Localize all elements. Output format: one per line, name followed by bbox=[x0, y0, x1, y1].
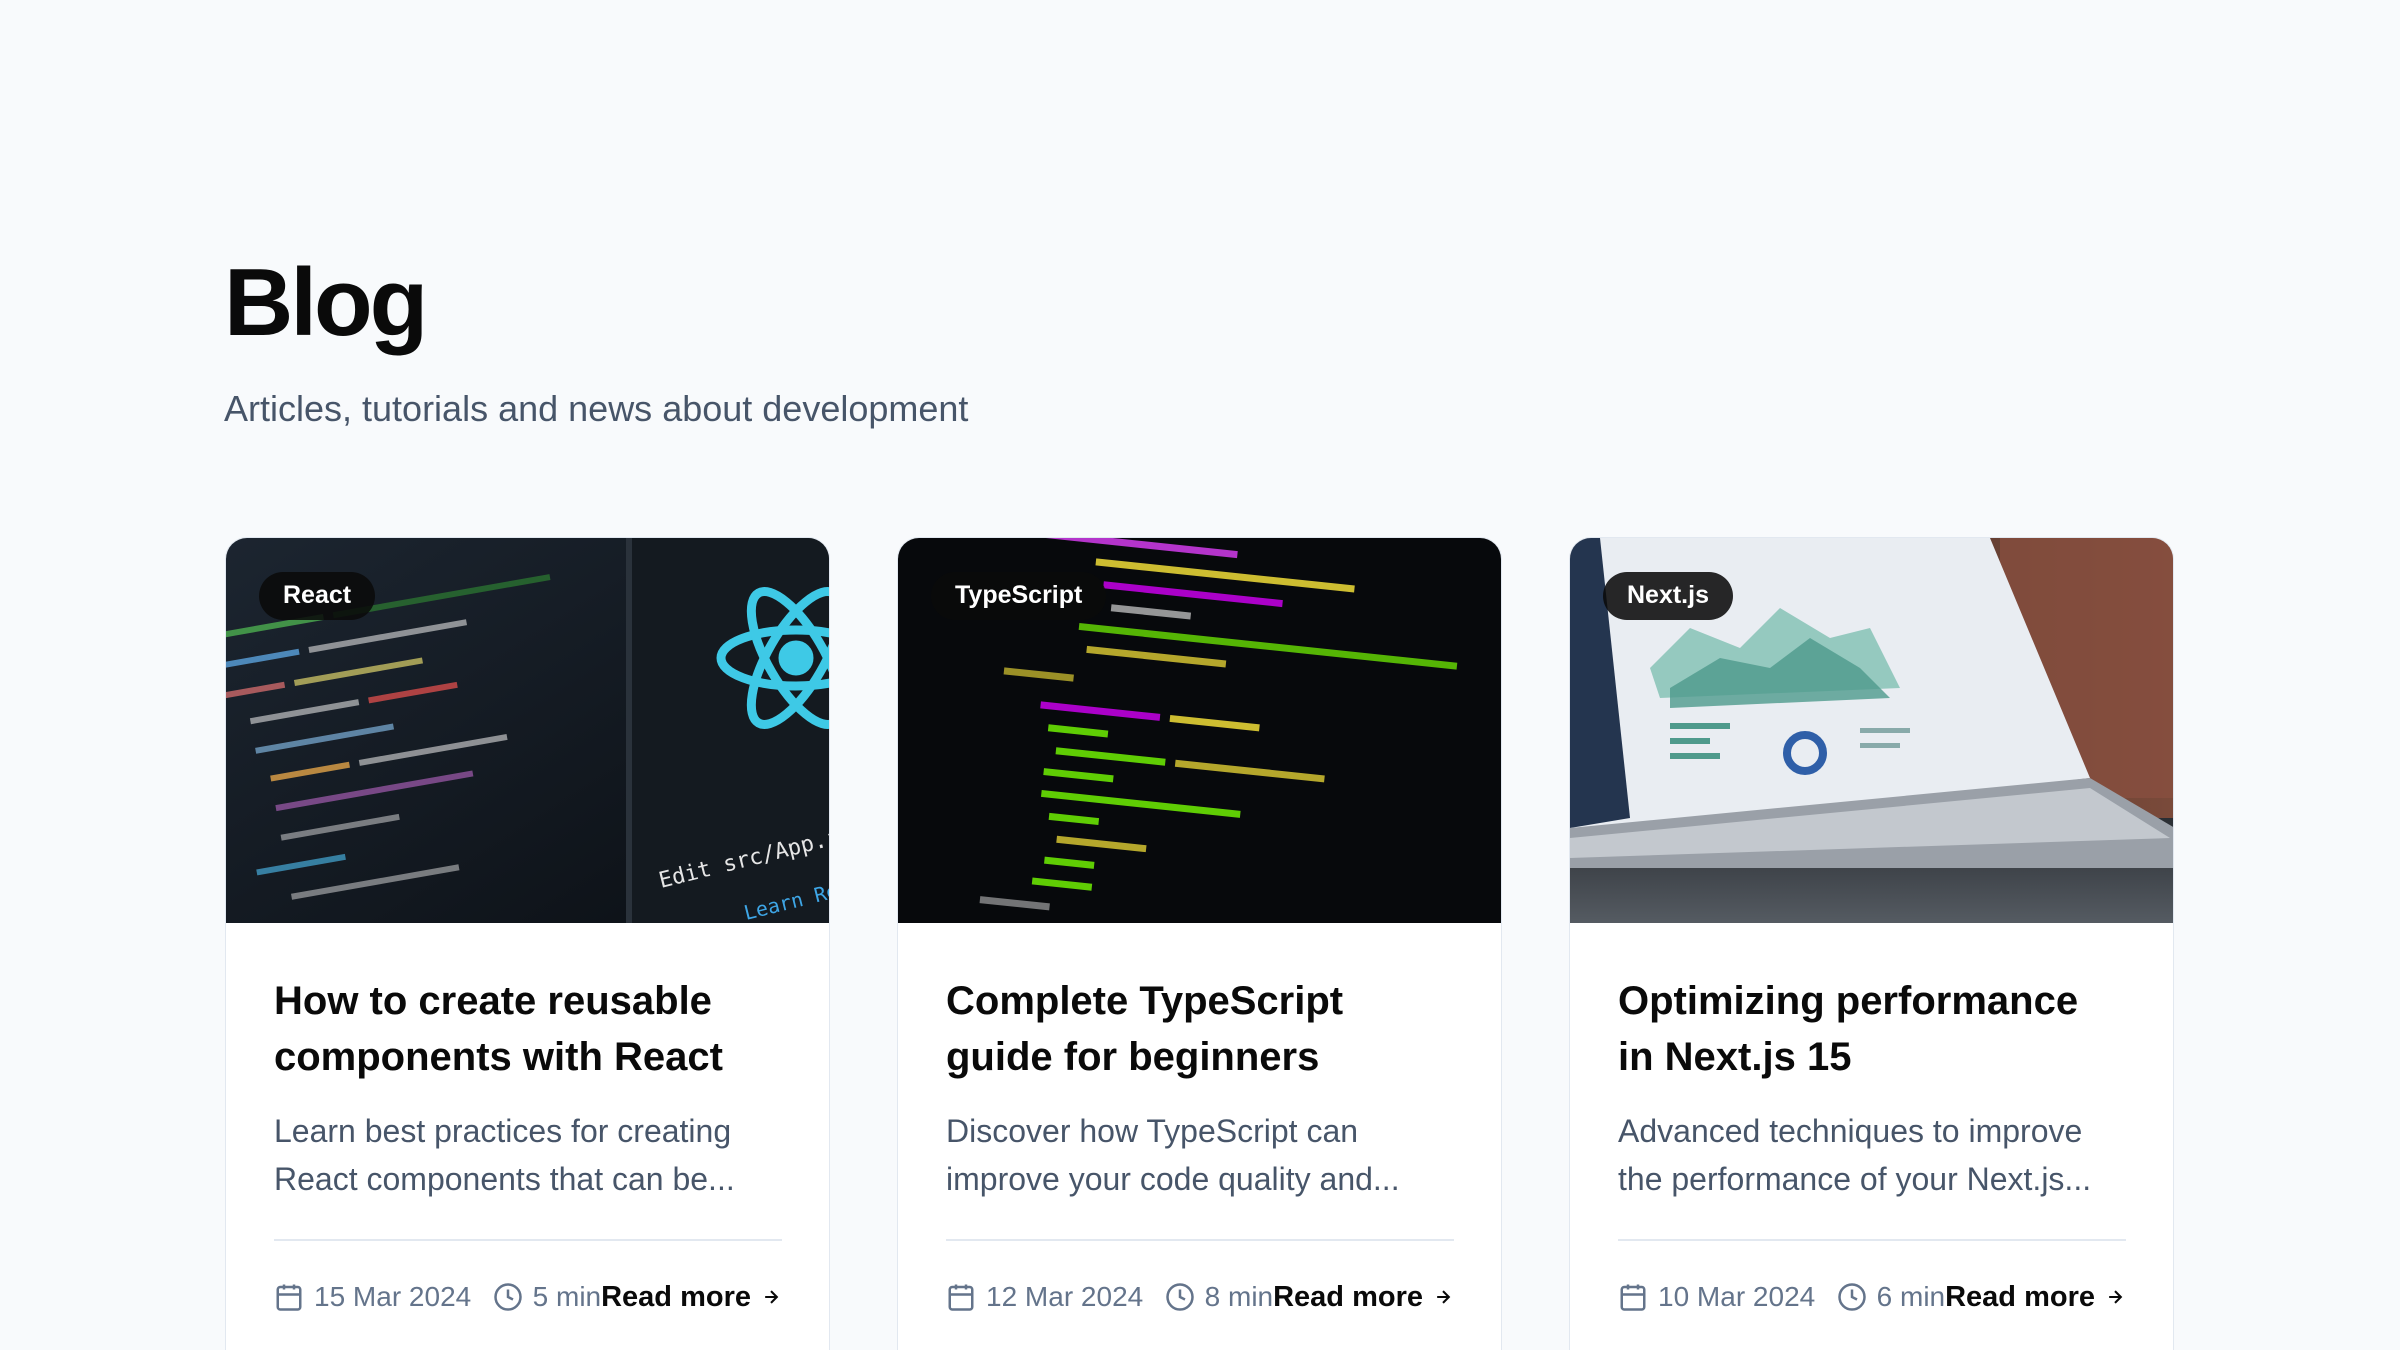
page-title: Blog bbox=[224, 249, 428, 356]
post-card-typescript[interactable]: TypeScript Complete TypeScript guide for… bbox=[897, 537, 1502, 1350]
calendar-icon bbox=[276, 1284, 302, 1311]
arrow-right-icon bbox=[765, 1290, 779, 1304]
calendar-icon bbox=[948, 1284, 974, 1311]
post-date: 12 Mar 2024 bbox=[946, 1281, 1165, 1313]
post-date: 15 Mar 2024 bbox=[274, 1281, 493, 1313]
date-text: 10 Mar 2024 bbox=[1658, 1281, 1816, 1312]
divider bbox=[274, 1239, 782, 1241]
date-text: 12 Mar 2024 bbox=[986, 1281, 1144, 1312]
read-more-link[interactable]: Read more bbox=[1273, 1281, 1453, 1314]
arrow-right-icon bbox=[2109, 1290, 2123, 1304]
read-more-label: Read more bbox=[1945, 1280, 2095, 1313]
read-time: 8 min bbox=[1165, 1281, 1273, 1313]
post-meta: 12 Mar 2024 8 min Read more bbox=[946, 1277, 1453, 1317]
read-more-label: Read more bbox=[1273, 1280, 1423, 1313]
read-more-link[interactable]: Read more bbox=[1945, 1281, 2125, 1314]
read-more-label: Read more bbox=[601, 1280, 751, 1313]
arrow-right-icon bbox=[1437, 1290, 1451, 1304]
post-meta: 10 Mar 2024 6 min Read more bbox=[1618, 1277, 2125, 1317]
divider bbox=[1618, 1239, 2126, 1241]
post-image-typescript[interactable]: TypeScript bbox=[898, 538, 1501, 923]
post-image-react[interactable]: Edit src/App.js and Learn Re React bbox=[226, 538, 829, 923]
calendar-icon bbox=[1620, 1284, 1646, 1311]
post-title[interactable]: Optimizing performance in Next.js 15 bbox=[1618, 973, 2118, 1085]
clock-icon bbox=[493, 1283, 522, 1311]
post-excerpt: Advanced techniques to improve the perfo… bbox=[1618, 1113, 2092, 1197]
clock-icon bbox=[1165, 1283, 1194, 1311]
post-grid: Edit src/App.js and Learn Re React How t… bbox=[225, 537, 2174, 1350]
read-time-text: 5 min bbox=[532, 1281, 602, 1312]
tag-badge[interactable]: Next.js bbox=[1603, 572, 1733, 620]
tag-badge[interactable]: React bbox=[259, 572, 376, 620]
clock-icon bbox=[1837, 1283, 1866, 1311]
read-time: 6 min bbox=[1837, 1281, 1945, 1313]
post-image-nextjs[interactable]: Next.js bbox=[1570, 538, 2173, 923]
divider bbox=[946, 1239, 1454, 1241]
read-more-link[interactable]: Read more bbox=[601, 1281, 781, 1314]
post-excerpt: Learn best practices for creating React … bbox=[274, 1113, 735, 1197]
post-card-nextjs[interactable]: Next.js Optimizing performance in Next.j… bbox=[1569, 537, 2174, 1350]
post-date: 10 Mar 2024 bbox=[1618, 1281, 1837, 1313]
tag-badge[interactable]: TypeScript bbox=[931, 572, 1107, 620]
read-time-text: 6 min bbox=[1876, 1281, 1946, 1312]
post-title[interactable]: How to create reusable components with R… bbox=[274, 973, 774, 1085]
page-subtitle: Articles, tutorials and news about devel… bbox=[224, 388, 969, 429]
date-text: 15 Mar 2024 bbox=[314, 1281, 472, 1312]
read-time-text: 8 min bbox=[1204, 1281, 1274, 1312]
post-excerpt: Discover how TypeScript can improve your… bbox=[946, 1113, 1400, 1197]
post-title[interactable]: Complete TypeScript guide for beginners bbox=[946, 973, 1446, 1085]
read-time: 5 min bbox=[493, 1281, 601, 1313]
post-card-react[interactable]: Edit src/App.js and Learn Re React How t… bbox=[225, 537, 830, 1350]
post-meta: 15 Mar 2024 5 min Read more bbox=[274, 1277, 781, 1317]
blog-page: Blog Articles, tutorials and news about … bbox=[0, 0, 2400, 1350]
